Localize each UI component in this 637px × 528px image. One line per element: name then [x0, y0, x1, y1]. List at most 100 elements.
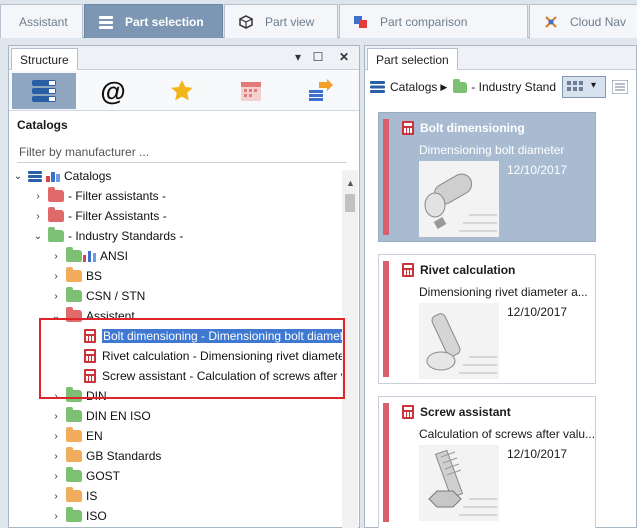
tab-part-view[interactable]: Part view	[224, 4, 338, 38]
scrollbar-thumb[interactable]	[345, 194, 355, 212]
part-selection-header: Part selection	[365, 46, 636, 70]
chevron-right-icon[interactable]: ›	[49, 471, 63, 482]
export-stack-icon	[309, 79, 333, 101]
tree-node-din-en-iso[interactable]: › DIN EN ISO	[49, 406, 151, 426]
card-date: 12/10/2017	[507, 305, 568, 319]
tree-node-catalogs[interactable]: ⌄ Catalogs	[11, 166, 112, 186]
folder-icon	[66, 407, 82, 422]
catalogs-view-button[interactable]	[12, 73, 76, 109]
close-icon[interactable]: ✕	[337, 50, 351, 64]
tree-node-ansi[interactable]: › ANSI	[49, 246, 128, 266]
catalog-books-icon	[32, 80, 56, 102]
chevron-down-icon[interactable]: ⌄	[11, 171, 25, 182]
part-card-screw-assistant[interactable]: Screw assistant Calculation of screws af…	[378, 396, 596, 528]
card-title: Bolt dimensioning	[420, 121, 525, 135]
folder-open-icon	[453, 78, 468, 93]
manufacturer-filter-input[interactable]	[17, 141, 347, 163]
tree-node-csn-stn[interactable]: › CSN / STN	[49, 286, 145, 306]
chevron-right-icon[interactable]: ›	[49, 451, 63, 462]
tab-part-comparison[interactable]: Part comparison	[339, 4, 528, 38]
chevron-right-icon[interactable]: ›	[49, 271, 63, 282]
breadcrumb: Catalogs ▶ - Industry Stand ▾	[369, 74, 632, 100]
calculator-icon	[402, 405, 414, 419]
top-tab-bar: Assistant Part selection Part view Part …	[0, 0, 637, 38]
export-view-button[interactable]	[288, 73, 352, 109]
calculator-icon	[402, 263, 414, 277]
card-title: Screw assistant	[420, 405, 511, 419]
bolt-thumbnail-icon	[419, 161, 499, 237]
catalogs-root-icon	[28, 171, 60, 182]
tree-node-filter-assistants-1[interactable]: › - Filter assistants -	[31, 186, 166, 206]
catalogs-section-label: Catalogs	[17, 118, 68, 132]
tile-view-icon	[567, 81, 583, 91]
chevron-right-icon[interactable]: ›	[49, 511, 63, 522]
breadcrumb-catalogs[interactable]: Catalogs	[390, 80, 437, 94]
breadcrumb-industry-standards[interactable]: - Industry Stand	[471, 80, 556, 94]
tree-node-industry-standards[interactable]: ⌄ - Industry Standards -	[31, 226, 183, 246]
breadcrumb-separator-icon: ▶	[440, 81, 448, 92]
card-accent-bar	[383, 403, 389, 522]
tab-part-selection[interactable]: Part selection	[84, 4, 223, 38]
chevron-right-icon[interactable]: ›	[31, 211, 45, 222]
structure-panel-header: Structure ▾ ☐ ✕	[9, 46, 359, 70]
chevron-right-icon[interactable]: ›	[49, 431, 63, 442]
tree-node-en[interactable]: › EN	[49, 426, 103, 446]
part-selection-panel: Part selection Catalogs ▶ - Industry Sta…	[364, 45, 637, 528]
view-mode-dropdown[interactable]: ▾	[562, 76, 606, 98]
screw-thumbnail-icon	[419, 445, 499, 521]
folder-open-icon	[48, 227, 64, 242]
structure-icon-bar: @	[9, 71, 359, 111]
tree-node-bs[interactable]: › BS	[49, 266, 102, 286]
card-accent-bar	[383, 119, 389, 235]
part-selection-tab[interactable]: Part selection	[367, 48, 458, 70]
tree-node-filter-assistants-2[interactable]: › - Filter Assistants -	[31, 206, 167, 226]
folder-icon	[66, 267, 82, 282]
favorites-view-button[interactable]	[150, 73, 214, 109]
folder-icon	[66, 247, 82, 262]
chevron-down-icon[interactable]: ⌄	[31, 231, 45, 242]
catalog-stack-icon	[370, 81, 385, 93]
chevron-right-icon[interactable]: ›	[49, 251, 63, 262]
folder-icon	[66, 287, 82, 302]
part-card-rivet-calculation[interactable]: Rivet calculation Dimensioning rivet dia…	[378, 254, 596, 384]
folder-icon	[66, 427, 82, 442]
maximize-icon[interactable]: ☐	[311, 50, 325, 64]
folder-icon	[66, 487, 82, 502]
chevron-right-icon[interactable]: ›	[49, 291, 63, 302]
star-icon	[171, 80, 193, 101]
part-comparison-icon	[354, 15, 367, 28]
tree-node-gb-standards[interactable]: › GB Standards	[49, 446, 161, 466]
list-view-icon[interactable]	[612, 80, 628, 94]
part-view-icon	[239, 14, 253, 29]
calculator-icon	[402, 121, 414, 135]
chevron-right-icon[interactable]: ›	[49, 491, 63, 502]
card-date: 12/10/2017	[507, 163, 568, 177]
tree-node-gost[interactable]: › GOST	[49, 466, 120, 486]
tree-node-is[interactable]: › IS	[49, 486, 97, 506]
at-sign-icon: @	[100, 75, 126, 106]
folder-icon	[48, 207, 64, 222]
folder-icon	[48, 187, 64, 202]
card-accent-bar	[383, 261, 389, 377]
cloud-nav-icon	[545, 15, 557, 28]
calendar-view-button[interactable]	[219, 73, 283, 109]
tab-cloud-nav[interactable]: Cloud Nav	[529, 4, 637, 38]
bar-chart-icon	[83, 251, 96, 262]
catalog-stack-icon	[99, 15, 113, 29]
email-view-button[interactable]: @	[81, 73, 145, 109]
chevron-right-icon[interactable]: ›	[49, 411, 63, 422]
chevron-down-icon: ▾	[591, 80, 597, 91]
scroll-up-icon[interactable]: ▲	[346, 178, 355, 188]
tree-node-iso[interactable]: › ISO	[49, 506, 107, 526]
folder-icon	[66, 467, 82, 482]
pin-icon[interactable]: ▾	[291, 50, 305, 64]
folder-icon	[66, 507, 82, 522]
card-date: 12/10/2017	[507, 447, 568, 461]
part-card-bolt-dimensioning[interactable]: Bolt dimensioning Dimensioning bolt diam…	[378, 112, 596, 242]
structure-tab[interactable]: Structure	[11, 48, 78, 70]
rivet-thumbnail-icon	[419, 303, 499, 379]
structure-panel: Structure ▾ ☐ ✕ @ Catalogs ⌄ Catalogs ›-	[8, 45, 360, 528]
chevron-right-icon[interactable]: ›	[31, 191, 45, 202]
tab-assistant[interactable]: Assistant	[0, 4, 83, 38]
card-description: Calculation of screws after valu...	[419, 427, 596, 441]
